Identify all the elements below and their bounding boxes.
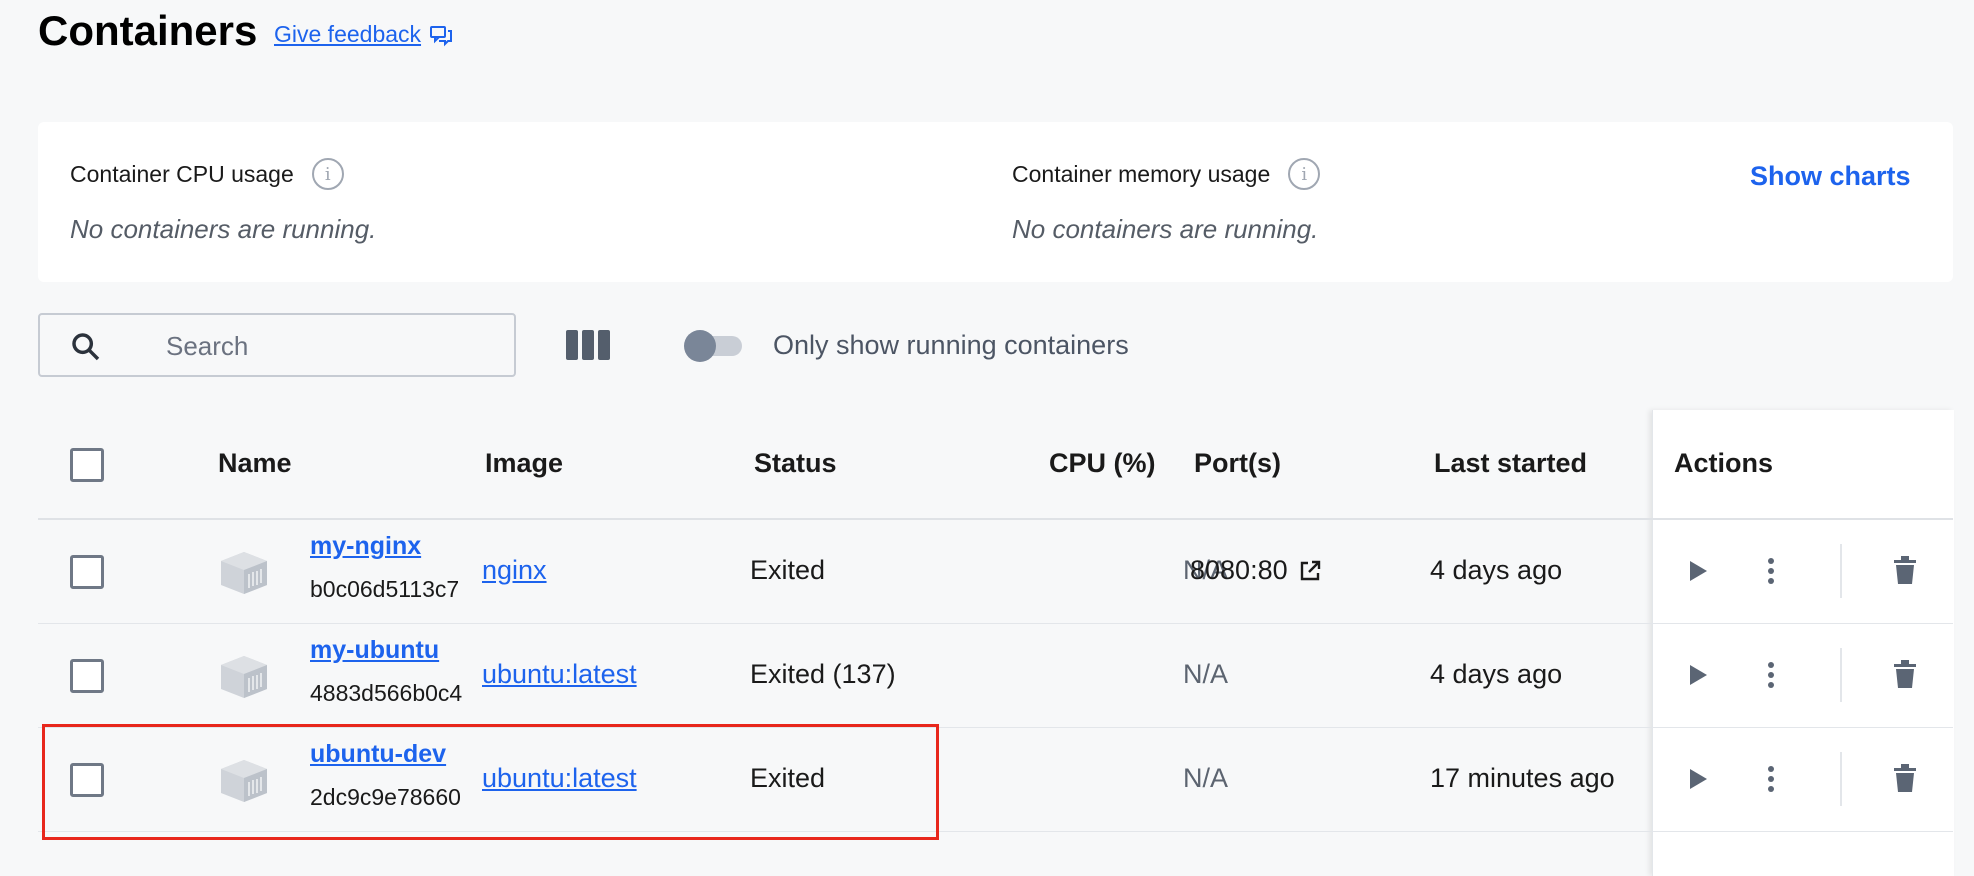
running-only-toggle[interactable]	[684, 330, 744, 362]
table-header: Name Image Status CPU (%) Port(s) Last s…	[38, 410, 1953, 520]
header-last-started[interactable]: Last started	[1434, 448, 1587, 479]
table-row[interactable]: ubuntu-dev 2dc9c9e78660 ubuntu:latest Ex…	[38, 728, 1953, 832]
container-cube-icon	[221, 656, 267, 698]
play-icon[interactable]	[1686, 662, 1710, 688]
table-row[interactable]: my-nginx b0c06d5113c7 nginx Exited N/A 8…	[38, 520, 1953, 624]
columns-toggle-button[interactable]	[566, 330, 610, 360]
search-input[interactable]	[164, 325, 498, 367]
container-name-link[interactable]: my-ubuntu	[310, 636, 439, 665]
show-charts-button[interactable]: Show charts	[1750, 161, 1911, 192]
container-name-link[interactable]: my-nginx	[310, 532, 421, 561]
more-vertical-icon[interactable]	[1766, 660, 1776, 690]
container-cube-icon	[221, 760, 267, 802]
search-box[interactable]	[38, 313, 516, 377]
external-link-icon	[1300, 560, 1320, 580]
give-feedback-label: Give feedback	[274, 21, 422, 47]
cpu-usage-label: Container CPU usage	[70, 160, 294, 187]
last-started: 4 days ago	[1430, 555, 1563, 585]
action-divider	[1840, 752, 1842, 806]
play-icon[interactable]	[1686, 558, 1710, 584]
play-icon[interactable]	[1686, 766, 1710, 792]
container-cube-icon	[221, 552, 267, 594]
cpu-value: N/A	[1182, 659, 1228, 689]
status-text: Exited	[750, 555, 826, 585]
image-link[interactable]: ubuntu:latest	[482, 763, 637, 794]
info-icon[interactable]: i	[311, 158, 344, 190]
columns-icon	[566, 330, 578, 360]
header-cpu[interactable]: CPU (%)	[1049, 448, 1156, 479]
status-text: Exited	[750, 763, 826, 793]
container-id: b0c06d5113c7	[310, 576, 460, 602]
trash-icon[interactable]	[1894, 660, 1916, 688]
memory-usage-header: Container memory usage i	[1012, 158, 1321, 190]
info-icon[interactable]: i	[1288, 158, 1321, 190]
row-checkbox[interactable]	[70, 555, 104, 589]
search-icon	[72, 333, 100, 361]
give-feedback-link[interactable]: Give feedback	[274, 21, 453, 48]
cpu-value: N/A	[1182, 763, 1228, 793]
more-vertical-icon[interactable]	[1766, 764, 1776, 794]
trash-icon[interactable]	[1894, 556, 1916, 584]
last-started: 4 days ago	[1430, 659, 1563, 689]
more-vertical-icon[interactable]	[1766, 556, 1776, 586]
container-id: 2dc9c9e78660	[310, 784, 461, 810]
header-status[interactable]: Status	[754, 448, 837, 479]
port-link[interactable]: 8080:80	[1190, 555, 1322, 586]
header-ports[interactable]: Port(s)	[1194, 448, 1281, 479]
image-link[interactable]: nginx	[482, 555, 547, 586]
memory-usage-label: Container memory usage	[1012, 160, 1271, 187]
status-text: Exited (137)	[750, 659, 896, 689]
select-all-checkbox[interactable]	[70, 448, 104, 482]
image-link[interactable]: ubuntu:latest	[482, 659, 637, 690]
trash-icon[interactable]	[1894, 764, 1916, 792]
feedback-icon	[430, 25, 453, 46]
action-divider	[1840, 544, 1842, 598]
memory-usage-empty: No containers are running.	[1012, 214, 1319, 244]
container-id: 4883d566b0c4	[310, 680, 463, 706]
row-checkbox[interactable]	[70, 659, 104, 693]
container-name-link[interactable]: ubuntu-dev	[310, 740, 446, 769]
last-started: 17 minutes ago	[1430, 763, 1615, 793]
running-only-label: Only show running containers	[773, 330, 1129, 360]
cpu-usage-header: Container CPU usage i	[70, 158, 344, 190]
row-checkbox[interactable]	[70, 763, 104, 797]
header-image[interactable]: Image	[485, 448, 563, 479]
containers-table: Name Image Status CPU (%) Port(s) Last s…	[38, 410, 1954, 876]
port-value: 8080:80	[1190, 555, 1288, 585]
table-row[interactable]: my-ubuntu 4883d566b0c4 ubuntu:latest Exi…	[38, 624, 1953, 728]
header-actions: Actions	[1674, 448, 1774, 478]
resource-usage-card: Container CPU usage i No containers are …	[38, 122, 1953, 282]
cpu-usage-empty: No containers are running.	[70, 214, 377, 244]
action-divider	[1840, 648, 1842, 702]
page-title: Containers	[38, 7, 258, 54]
header-name[interactable]: Name	[218, 448, 292, 479]
